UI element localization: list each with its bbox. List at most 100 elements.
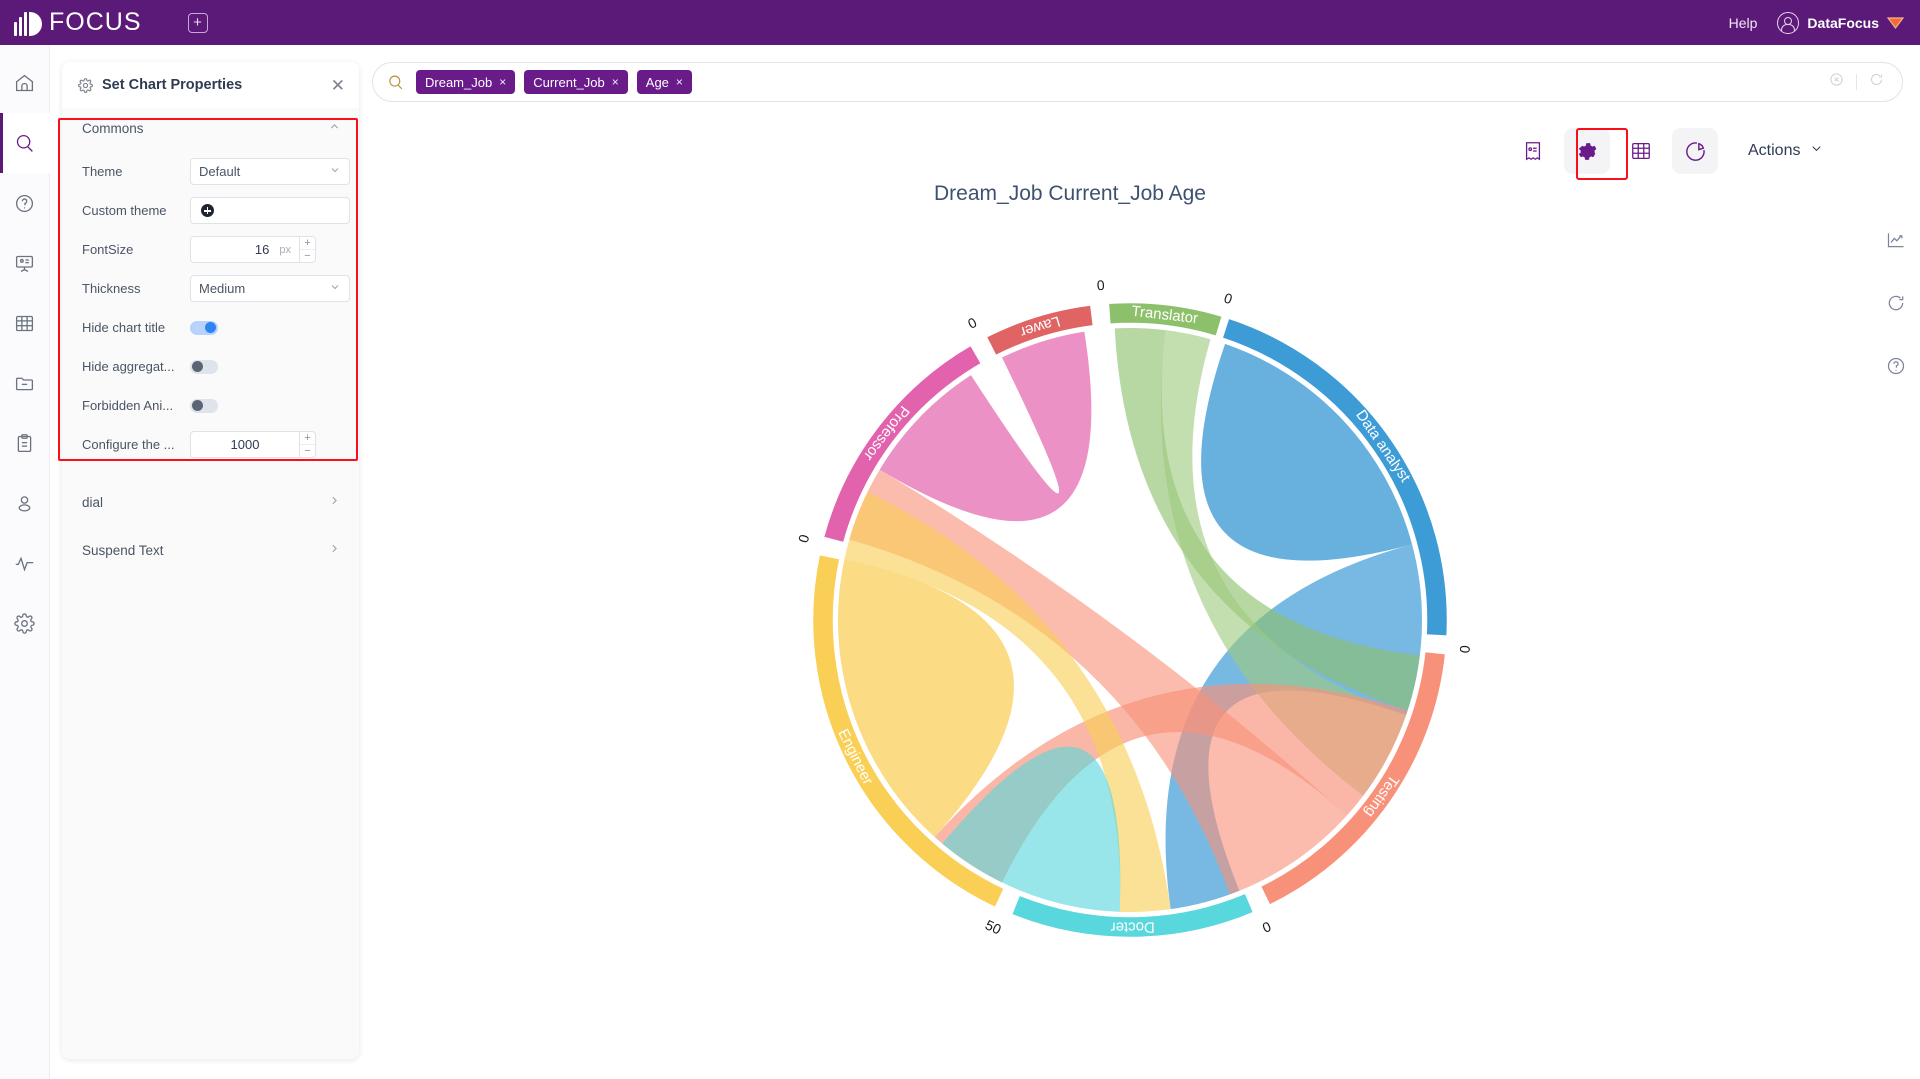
fontsize-value: 16: [254, 242, 270, 257]
stepper-increment[interactable]: +: [300, 237, 315, 250]
close-icon[interactable]: ×: [612, 75, 619, 89]
filter-tag[interactable]: Dream_Job ×: [416, 70, 516, 94]
clear-circle-icon[interactable]: [1829, 72, 1844, 92]
stepper-decrement[interactable]: −: [300, 445, 315, 457]
pie-chart-icon: [1685, 141, 1705, 161]
close-icon[interactable]: ✕: [331, 77, 345, 94]
actions-menu[interactable]: Actions: [1748, 141, 1824, 161]
divider: [1856, 74, 1857, 90]
sidebar-item-data-table[interactable]: [0, 293, 50, 353]
table-grid-icon: [1632, 143, 1650, 159]
actions-label: Actions: [1748, 142, 1801, 159]
theme-value: Default: [199, 164, 241, 179]
gear-icon: [14, 612, 35, 634]
search-icon: [16, 134, 33, 152]
row-hide-aggregate: Hide aggregat...: [62, 347, 359, 386]
help-link[interactable]: Help: [1729, 15, 1758, 31]
chord-tick-label: 0: [795, 533, 813, 545]
sidebar-item-user[interactable]: [0, 473, 50, 533]
sidebar-item-folder[interactable]: [0, 353, 50, 413]
user-menu[interactable]: DataFocus: [1777, 11, 1904, 34]
accordion-dial-label: dial: [82, 494, 104, 510]
chord-tick-label: 0: [1260, 918, 1274, 936]
folder-minus-icon: [15, 377, 34, 390]
hide-aggregate-label: Hide aggregat...: [82, 359, 175, 374]
trend-chart-icon[interactable]: [1886, 230, 1906, 255]
user-icon: [18, 495, 31, 512]
page-title: Set Chart Properties: [102, 77, 243, 93]
forbidden-animation-toggle[interactable]: [190, 398, 218, 413]
filter-tag-label: Dream_Job: [425, 74, 493, 90]
chord-tick-label: 0: [1456, 644, 1473, 654]
brand-logo-group[interactable]: FOCUS: [14, 8, 142, 37]
filter-tag-label: Current_Job: [533, 74, 605, 90]
chevron-down-icon: [329, 281, 341, 296]
chord-ribbons: [838, 328, 1422, 912]
filter-tag[interactable]: Age ×: [636, 70, 692, 94]
chart-properties-panel: Set Chart Properties ✕ Commons Theme Def…: [62, 62, 359, 1059]
top-bar: FOCUS + Help DataFocus: [0, 0, 1920, 45]
gear-icon: [1578, 142, 1596, 160]
fontsize-unit: px: [279, 243, 291, 256]
fontsize-stepper[interactable]: + −: [300, 236, 316, 263]
sidebar-item-clipboard[interactable]: [0, 413, 50, 473]
chevron-down-icon: [329, 164, 341, 179]
fontsize-input[interactable]: 16 px: [190, 236, 300, 263]
chord-tick-label: 0: [1096, 277, 1105, 294]
brand-name: FOCUS: [49, 8, 142, 36]
refresh-icon[interactable]: [1886, 293, 1906, 318]
sidebar-item-dashboard[interactable]: [0, 233, 50, 293]
clipboard-icon: [17, 433, 32, 452]
row-forbidden-animation: Forbidden Ani...: [62, 386, 359, 425]
gear-icon: [78, 77, 93, 93]
question-circle-icon[interactable]: [1886, 356, 1906, 381]
chevron-up-icon: [328, 120, 341, 136]
gear-icon-button[interactable]: [1564, 128, 1610, 174]
theme-label: Theme: [82, 164, 123, 179]
chevron-right-icon: [328, 494, 341, 510]
table-grid-icon: [15, 315, 34, 331]
refresh-icon[interactable]: [1869, 72, 1884, 92]
activity-pulse-icon: [15, 555, 34, 572]
configure-value: 1000: [230, 437, 260, 452]
sidebar-item-monitor[interactable]: [0, 533, 50, 593]
row-hide-chart-title: Hide chart title: [62, 308, 359, 347]
sidebar-item-settings[interactable]: [0, 593, 50, 653]
accordion-dial[interactable]: dial: [62, 478, 359, 526]
table-grid-icon-button[interactable]: [1618, 128, 1664, 174]
stepper-decrement[interactable]: −: [300, 250, 315, 262]
accordion-suspend-text[interactable]: Suspend Text: [62, 526, 359, 574]
receipt-icon-button[interactable]: [1510, 128, 1556, 174]
sidebar-item-search[interactable]: [0, 113, 50, 173]
filter-tag[interactable]: Current_Job ×: [524, 70, 628, 94]
forbidden-animation-label: Forbidden Ani...: [82, 398, 174, 413]
plus-square-icon[interactable]: +: [187, 12, 208, 33]
thickness-label: Thickness: [82, 281, 141, 296]
avatar: [1777, 11, 1800, 34]
chord-chart: Data analyst 0 Testing 0 Docter 0 Engineer 50 Pr…: [780, 270, 1480, 970]
section-commons[interactable]: Commons: [62, 108, 359, 148]
thickness-select[interactable]: Medium: [190, 275, 350, 302]
row-configure: Configure the ... 1000 + −: [62, 425, 359, 464]
theme-select[interactable]: Default: [190, 158, 350, 185]
hide-chart-title-label: Hide chart title: [82, 320, 166, 335]
close-icon[interactable]: ×: [676, 75, 683, 89]
configure-stepper[interactable]: + −: [300, 431, 316, 458]
user-name: DataFocus: [1807, 14, 1879, 31]
chord-chart-svg[interactable]: Data analyst0Testing0Docter 0Engineer50Pr…: [780, 270, 1480, 970]
presentation-icon: [15, 255, 34, 272]
close-icon[interactable]: ×: [499, 75, 506, 89]
chord-tick-label: 0: [1222, 290, 1235, 308]
pie-chart-icon-button[interactable]: [1672, 128, 1718, 174]
receipt-icon: [1525, 142, 1541, 161]
configure-input[interactable]: 1000: [190, 431, 300, 458]
configure-label: Configure the ...: [82, 437, 175, 452]
sidebar-item-home[interactable]: [0, 53, 50, 113]
search-bar[interactable]: Dream_Job × Current_Job × Age ×: [372, 62, 1903, 102]
stepper-increment[interactable]: +: [300, 432, 315, 445]
chord-arc-label: Docter: [1111, 918, 1155, 935]
chart-title: Dream_Job Current_Job Age: [934, 182, 1206, 205]
diamond-logo-icon: [1887, 16, 1904, 29]
hide-chart-title-toggle[interactable]: [190, 320, 218, 335]
hide-aggregate-toggle[interactable]: [190, 359, 218, 374]
